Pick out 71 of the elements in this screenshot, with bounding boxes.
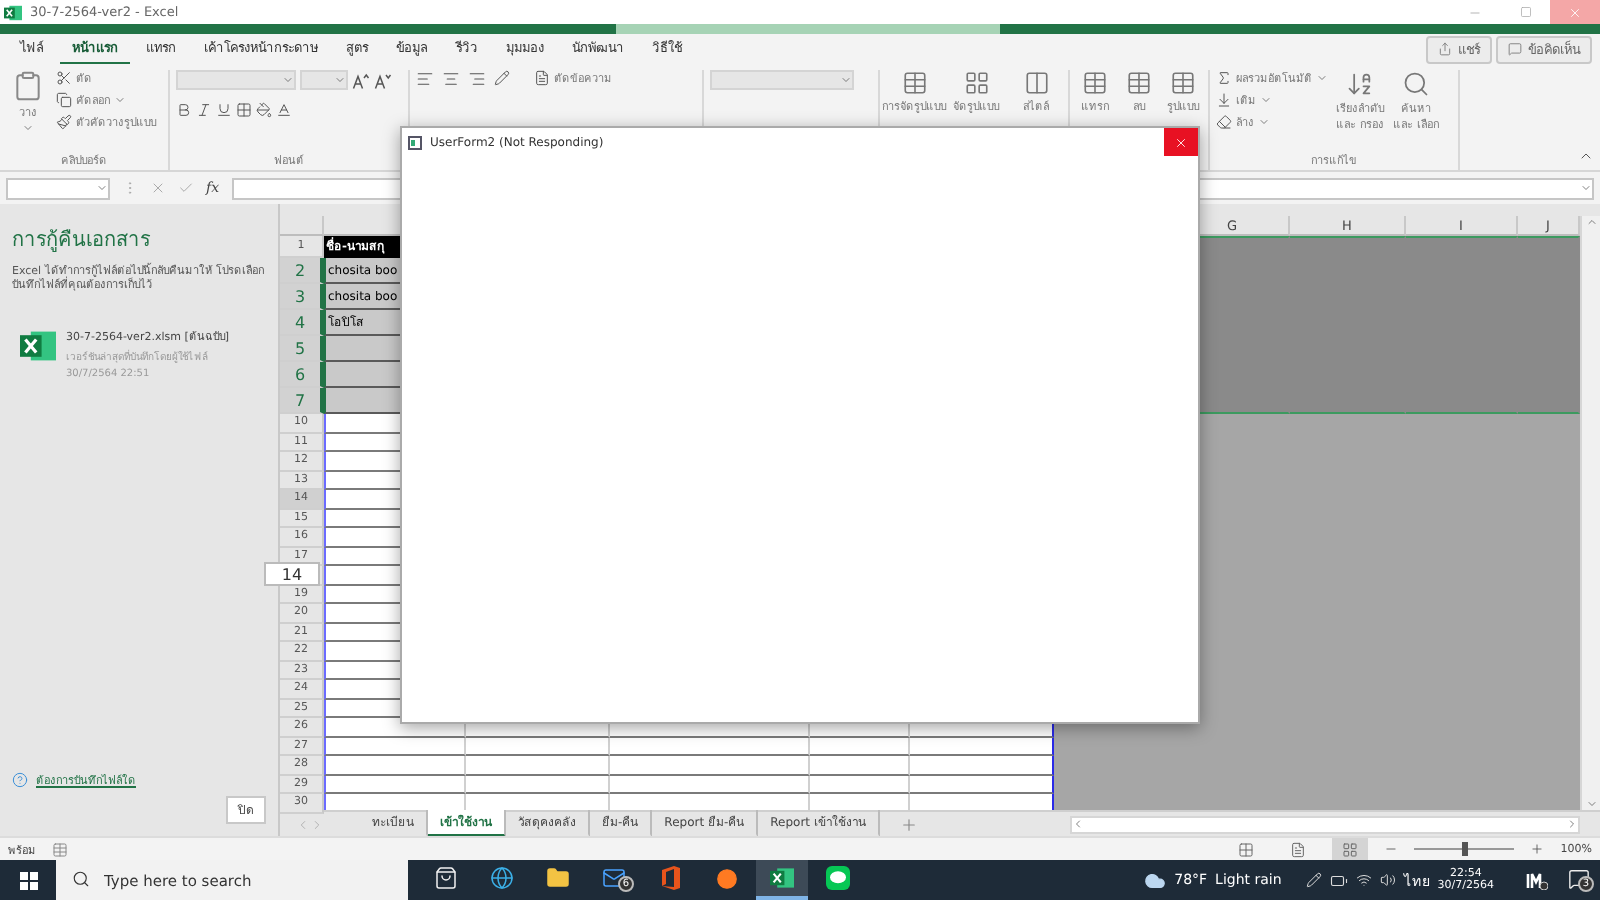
table-icon[interactable] bbox=[1126, 70, 1152, 96]
italic-icon[interactable] bbox=[196, 102, 212, 118]
zoom-out-icon[interactable] bbox=[1384, 842, 1399, 856]
spreadsheet-icon bbox=[770, 866, 794, 890]
grow-font-icon[interactable] bbox=[352, 71, 370, 89]
table-icon[interactable] bbox=[1170, 70, 1196, 96]
table-cell bbox=[810, 756, 910, 775]
font-name-field[interactable] bbox=[176, 70, 296, 90]
page-icon[interactable] bbox=[1290, 841, 1307, 857]
form-icon bbox=[408, 135, 422, 149]
align-right-icon[interactable] bbox=[468, 70, 486, 88]
office-icon[interactable] bbox=[659, 866, 681, 890]
paste-icon[interactable] bbox=[12, 70, 44, 102]
row-header[interactable]: 2 bbox=[280, 258, 324, 284]
fill-color-icon[interactable] bbox=[256, 102, 272, 118]
fill-down-icon[interactable] bbox=[1216, 92, 1232, 108]
table-cell bbox=[324, 756, 466, 775]
row-header[interactable]: 7 bbox=[280, 388, 324, 414]
shrink-font-icon[interactable] bbox=[374, 71, 392, 89]
volume-icon[interactable] bbox=[1379, 872, 1396, 888]
layout-icon[interactable] bbox=[1342, 841, 1359, 857]
copy-icon[interactable] bbox=[56, 92, 72, 108]
browser-icon[interactable] bbox=[490, 866, 514, 890]
font-color-icon[interactable] bbox=[276, 102, 292, 118]
mail-icon[interactable] bbox=[602, 866, 626, 890]
view-button[interactable] bbox=[1332, 838, 1369, 860]
close-icon[interactable] bbox=[1174, 135, 1188, 149]
cancel-icon[interactable] bbox=[150, 180, 166, 196]
table-icon[interactable] bbox=[1082, 70, 1108, 96]
wifi-icon[interactable] bbox=[1355, 872, 1372, 888]
search-icon[interactable] bbox=[72, 870, 90, 888]
tray-app-icon[interactable] bbox=[1526, 871, 1548, 889]
table-icon[interactable] bbox=[901, 70, 927, 96]
grid-icon[interactable] bbox=[1238, 841, 1255, 857]
store-icon[interactable] bbox=[434, 866, 458, 890]
table-cell bbox=[466, 756, 610, 775]
cloud-icon[interactable] bbox=[1144, 869, 1167, 891]
sigma-icon[interactable] bbox=[1216, 70, 1232, 86]
align-center-icon[interactable] bbox=[442, 70, 460, 88]
border-icon[interactable] bbox=[236, 102, 252, 118]
row-header[interactable]: 6 bbox=[280, 362, 324, 388]
share-icon[interactable] bbox=[1438, 42, 1452, 56]
grid-icon[interactable] bbox=[963, 70, 989, 96]
chat-icon[interactable] bbox=[826, 866, 850, 890]
font-size-field[interactable] bbox=[300, 70, 348, 90]
row-header[interactable]: 4 bbox=[280, 310, 324, 336]
table-cell bbox=[910, 756, 1054, 775]
circle-icon[interactable] bbox=[715, 867, 737, 889]
folder-icon[interactable] bbox=[546, 866, 570, 890]
pane-title: การกู้คืนเอกสาร bbox=[12, 227, 152, 254]
row-header[interactable]: 3 bbox=[280, 284, 324, 310]
bold-icon[interactable] bbox=[176, 102, 192, 118]
number-format-field[interactable] bbox=[710, 70, 854, 90]
sort-icon[interactable] bbox=[1346, 70, 1374, 98]
columns-icon[interactable] bbox=[1023, 70, 1049, 96]
scissors-icon[interactable] bbox=[56, 70, 72, 86]
row-header[interactable]: 5 bbox=[280, 336, 324, 362]
paintbrush-icon[interactable] bbox=[56, 114, 72, 130]
check-icon[interactable] bbox=[178, 180, 194, 196]
align-left-icon[interactable] bbox=[416, 70, 434, 88]
zoom-in-icon[interactable] bbox=[1530, 842, 1545, 856]
battery-icon[interactable] bbox=[1329, 871, 1348, 889]
collapse-icon[interactable] bbox=[1578, 148, 1594, 164]
row-tooltip: 14 bbox=[264, 562, 320, 586]
help-icon[interactable] bbox=[12, 772, 28, 788]
underline-icon[interactable] bbox=[216, 102, 232, 118]
pen-icon[interactable] bbox=[1305, 872, 1322, 888]
eraser-icon[interactable] bbox=[1216, 114, 1232, 130]
windows-icon[interactable] bbox=[19, 871, 37, 889]
spreadsheet-icon bbox=[20, 327, 56, 364]
comment-icon[interactable] bbox=[1508, 42, 1522, 56]
